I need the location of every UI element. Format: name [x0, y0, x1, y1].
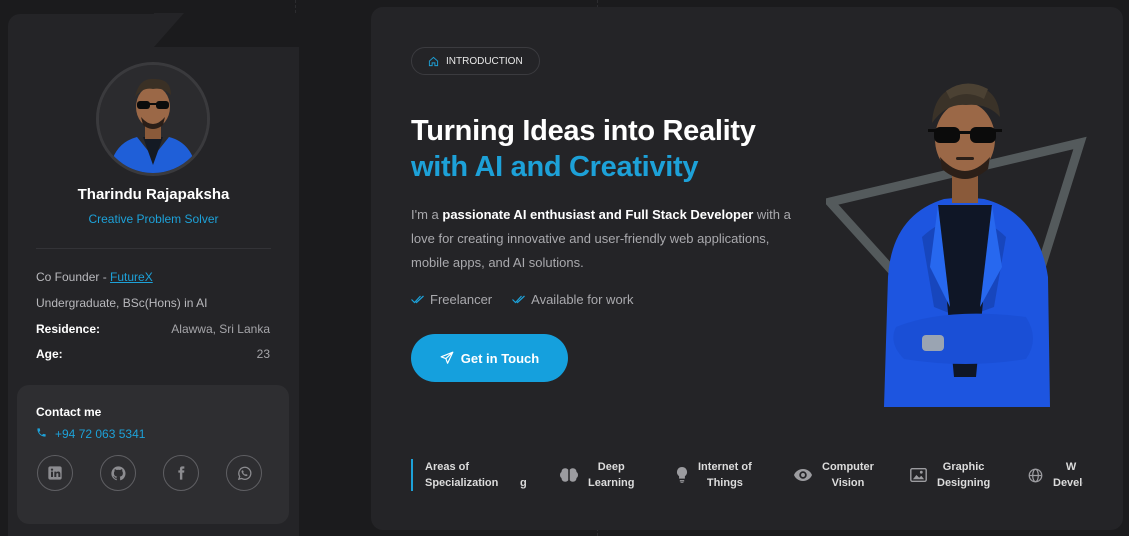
- globe-icon: [1028, 468, 1043, 482]
- age-value: 23: [256, 347, 270, 361]
- intro-description: I'm a passionate AI enthusiast and Full …: [411, 203, 791, 275]
- age-row: Age: 23: [36, 347, 270, 361]
- intro-badge-label: INTRODUCTION: [446, 55, 523, 67]
- check-item: Available for work: [512, 292, 634, 307]
- check-label: Available for work: [531, 292, 634, 307]
- contact-title: Contact me: [36, 405, 102, 419]
- area-item-partial: g: [520, 475, 527, 491]
- phone-icon: [36, 427, 47, 441]
- headline-line1: Turning Ideas into Reality: [411, 115, 756, 147]
- area-line1: Computer: [822, 461, 874, 473]
- whatsapp-icon: [237, 466, 251, 480]
- eye-icon: [794, 469, 812, 481]
- phone-link[interactable]: +94 72 063 5341: [36, 427, 145, 441]
- linkedin-icon: [48, 466, 62, 480]
- social-links: [37, 455, 262, 491]
- github-button[interactable]: [100, 455, 136, 491]
- brain-icon: [560, 468, 578, 482]
- check-label: Freelancer: [430, 292, 493, 307]
- double-check-icon: [512, 295, 526, 304]
- area-line2: Learning: [588, 477, 635, 489]
- intro-badge: INTRODUCTION: [411, 47, 540, 75]
- get-in-touch-button[interactable]: Get in Touch: [411, 334, 568, 382]
- area-line1: Internet of: [698, 461, 752, 473]
- lightbulb-icon: [676, 467, 688, 483]
- intro-section: INTRODUCTION Turning Ideas into Reality …: [371, 7, 1123, 530]
- areas-label-line1: Areas of: [425, 461, 470, 473]
- area-item-iot: Internet of Things: [676, 459, 752, 491]
- area-line2: Designing: [937, 477, 991, 489]
- area-line1: Graphic: [942, 461, 985, 473]
- area-line2: Vision: [831, 477, 865, 489]
- area-line2: Develo: [1053, 477, 1083, 489]
- github-icon: [110, 465, 125, 480]
- residence-row: Residence: Alawwa, Sri Lanka: [36, 322, 270, 336]
- area-item-computer-vision: Computer Vision: [794, 459, 874, 491]
- residence-label: Residence:: [36, 322, 101, 336]
- profile-name: Tharindu Rajapaksha: [77, 186, 230, 203]
- age-label: Age:: [36, 347, 63, 361]
- education-text: Undergraduate, BSc(Hons) in AI: [36, 296, 208, 310]
- hero-portrait: [826, 83, 1087, 407]
- desc-bold: passionate AI enthusiast and Full Stack …: [442, 207, 754, 222]
- check-item: Freelancer: [411, 292, 492, 307]
- linkedin-button[interactable]: [37, 455, 73, 491]
- area-item-web-development: W Develo: [1028, 459, 1083, 491]
- home-icon: [428, 56, 439, 66]
- area-item-partial-text: g: [520, 477, 527, 489]
- areas-label: Areas of Specialization: [411, 459, 498, 491]
- availability-list: Freelancer Available for work: [411, 292, 634, 307]
- area-item-deep-learning: Deep Learning: [560, 459, 634, 491]
- divider: [36, 248, 271, 249]
- image-icon: [910, 468, 927, 482]
- send-icon: [440, 351, 454, 364]
- cofounder-row: Co Founder - FutureX: [36, 270, 270, 284]
- facebook-icon: [178, 466, 185, 480]
- areas-strip: Areas of Specialization g Deep Learning I…: [411, 459, 1083, 499]
- contact-panel: Contact me +94 72 063 5341: [17, 385, 289, 524]
- areas-label-line2: Specialization: [425, 477, 499, 489]
- cofounder-prefix: Co Founder -: [36, 270, 111, 284]
- area-line1: W: [1065, 461, 1077, 473]
- profile-title: Creative Problem Solver: [88, 212, 219, 226]
- double-check-icon: [411, 295, 424, 304]
- desc-prefix: I'm a: [411, 207, 443, 222]
- profile-card: Tharindu Rajapaksha Creative Problem Sol…: [8, 13, 314, 536]
- phone-number: +94 72 063 5341: [55, 427, 146, 441]
- residence-value: Alawwa, Sri Lanka: [171, 322, 270, 336]
- headline-line2: with AI and Creativity: [411, 151, 699, 183]
- area-item-graphic-design: Graphic Designing: [910, 459, 990, 491]
- area-line1: Deep: [597, 461, 625, 473]
- card-notch-slope: [154, 13, 184, 47]
- cta-label: Get in Touch: [460, 350, 540, 366]
- area-line2: Things: [706, 477, 743, 489]
- whatsapp-button[interactable]: [226, 455, 262, 491]
- facebook-button[interactable]: [163, 455, 199, 491]
- futurex-link[interactable]: FutureX: [110, 270, 153, 284]
- avatar: [96, 62, 210, 176]
